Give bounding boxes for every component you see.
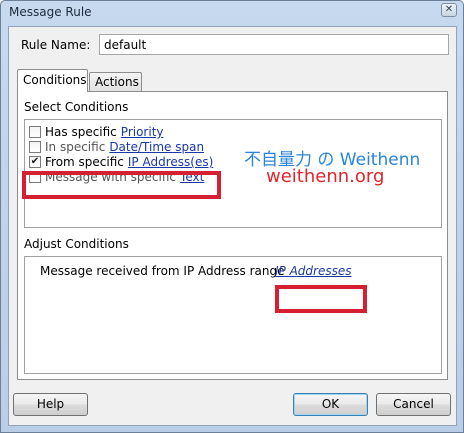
priority-link[interactable]: Priority (121, 125, 164, 139)
ip-addresses-link[interactable]: IP Addresses (275, 264, 352, 278)
list-item-priority[interactable]: Has specific Priority (29, 124, 164, 140)
adjust-conditions-box: Message received from IP Address range I… (24, 256, 442, 374)
conditions-panel: Select Conditions Has specific Priority … (17, 91, 448, 380)
close-button[interactable]: ✕ (441, 3, 457, 17)
list-item-date-time[interactable]: In specific Date/Time span (29, 139, 204, 155)
window-title: Message Rule (9, 5, 92, 19)
date-time-link[interactable]: Date/Time span (109, 140, 204, 154)
adjust-description: Message received from IP Address range (40, 264, 285, 278)
watermark-url: weithenn.org (266, 166, 385, 187)
dialog-body: Rule Name: Conditions Actions Select Con… (8, 26, 457, 426)
ip-address-checkbox[interactable]: ✔ (29, 156, 41, 168)
priority-checkbox[interactable] (29, 126, 41, 138)
checkmark-icon: ✔ (30, 156, 40, 167)
rule-name-input[interactable] (99, 34, 449, 55)
tab-actions[interactable]: Actions (89, 72, 142, 92)
help-button[interactable]: Help (13, 393, 88, 416)
adjust-conditions-label: Adjust Conditions (24, 237, 129, 251)
condition-prefix: Has specific (45, 125, 117, 139)
select-conditions-label: Select Conditions (24, 100, 129, 114)
close-icon: ✕ (444, 4, 454, 15)
list-item-ip-address[interactable]: ✔ From specific IP Address(es) (29, 154, 213, 170)
highlight-box-ip-link (275, 285, 367, 313)
title-bar: Message Rule ✕ (1, 1, 463, 25)
rule-name-label: Rule Name: (21, 38, 91, 52)
highlight-box-ip-condition (22, 171, 221, 199)
date-time-checkbox[interactable] (29, 141, 41, 153)
ok-button[interactable]: OK (293, 393, 368, 416)
condition-prefix: From specific (45, 155, 124, 169)
message-rule-dialog: Message Rule ✕ Rule Name: Conditions Act… (0, 0, 464, 433)
cancel-button[interactable]: Cancel (376, 393, 451, 416)
condition-prefix: In specific (45, 140, 106, 154)
ip-address-link[interactable]: IP Address(es) (128, 155, 213, 169)
tab-conditions[interactable]: Conditions (17, 69, 88, 92)
